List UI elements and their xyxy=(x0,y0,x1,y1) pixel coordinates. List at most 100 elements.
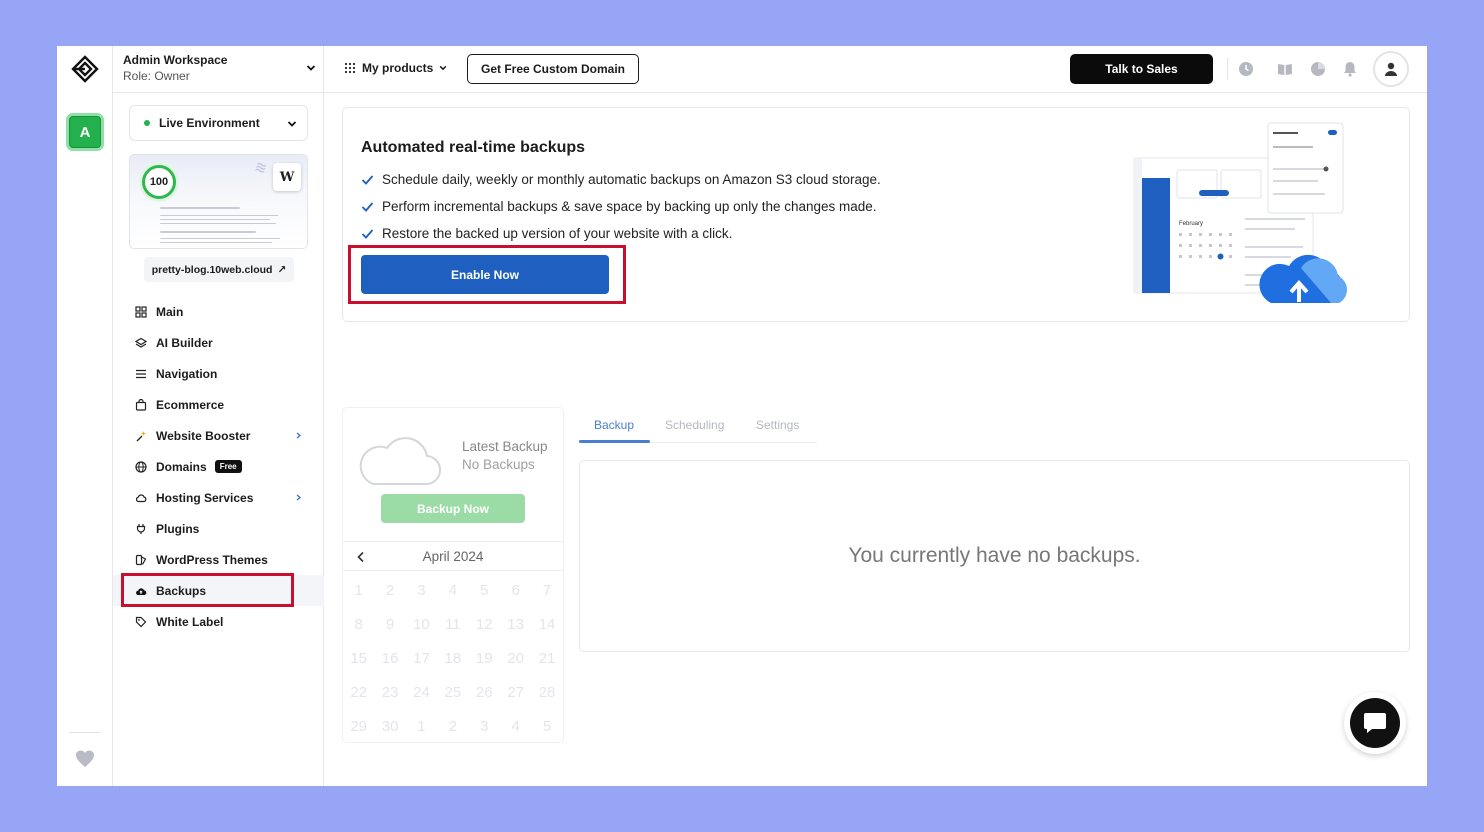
workspace-avatar[interactable]: A xyxy=(66,113,104,151)
preview-line xyxy=(160,231,256,233)
sidebar-item-wordpress-themes[interactable]: WordPress Themes xyxy=(113,544,324,575)
user-icon xyxy=(1385,62,1397,76)
grid-icon xyxy=(135,305,147,318)
my-products-menu[interactable]: My products xyxy=(344,61,447,75)
sidebar-item-plugins[interactable]: Plugins xyxy=(113,513,324,544)
app-window: A Admin Workspace Role: Owner Live Envir… xyxy=(57,46,1427,786)
sidebar-item-label: Plugins xyxy=(156,521,200,536)
sidebar-item-navigation[interactable]: Navigation xyxy=(113,358,324,389)
cloud-outline-icon xyxy=(359,437,441,486)
live-status-dot xyxy=(144,120,150,126)
10web-logo-icon[interactable] xyxy=(71,55,99,83)
left-rail: A xyxy=(57,46,113,786)
menu-icon xyxy=(136,369,146,378)
calendar-day[interactable]: 24 xyxy=(406,675,437,709)
calendar-day[interactable]: 9 xyxy=(374,607,405,641)
calendar-day[interactable]: 5 xyxy=(469,573,500,607)
tab-scheduling[interactable]: Scheduling xyxy=(665,418,724,432)
calendar-day[interactable]: 8 xyxy=(343,607,374,641)
calendar-day[interactable]: 23 xyxy=(374,675,405,709)
workspace-sidebar: Admin Workspace Role: Owner Live Environ… xyxy=(113,46,324,786)
calendar-day[interactable]: 1 xyxy=(406,709,437,743)
calendar-day[interactable]: 10 xyxy=(406,607,437,641)
calendar-day[interactable]: 7 xyxy=(531,573,562,607)
sidebar-item-hosting-services[interactable]: Hosting Services xyxy=(113,482,324,513)
external-link-icon: ↗ xyxy=(277,263,287,276)
tab-backup[interactable]: Backup xyxy=(594,418,634,432)
calendar-day[interactable]: 2 xyxy=(374,573,405,607)
promo-feature: Perform incremental backups & save space… xyxy=(361,193,881,220)
calendar-day[interactable]: 12 xyxy=(469,607,500,641)
sidebar-item-ai-builder[interactable]: AI Builder xyxy=(113,327,324,358)
sidebar-item-white-label[interactable]: White Label xyxy=(113,606,324,637)
calendar-day[interactable]: 28 xyxy=(531,675,562,709)
globe-icon xyxy=(135,460,147,473)
chevron-down-icon xyxy=(306,65,316,71)
get-free-domain-button[interactable]: Get Free Custom Domain xyxy=(467,54,639,84)
calendar-header: April 2024 xyxy=(343,541,563,571)
calendar-day[interactable]: 5 xyxy=(531,709,562,743)
backup-tabs: Backup Scheduling Settings xyxy=(579,409,817,443)
calendar-day[interactable]: 27 xyxy=(500,675,531,709)
plug-icon xyxy=(136,523,146,534)
calendar-day[interactable]: 21 xyxy=(531,641,562,675)
book-icon[interactable] xyxy=(1276,60,1294,78)
sidebar-item-label: Navigation xyxy=(156,366,218,381)
sidebar-item-website-booster[interactable]: Website Booster xyxy=(113,420,324,451)
calendar-day[interactable]: 20 xyxy=(500,641,531,675)
my-products-label: My products xyxy=(362,61,434,75)
chat-widget-button[interactable] xyxy=(1344,692,1406,754)
sidebar-item-backups[interactable]: Backups xyxy=(113,575,324,606)
promo-feature-list: Schedule daily, weekly or monthly automa… xyxy=(361,166,881,247)
calendar-day[interactable]: 19 xyxy=(469,641,500,675)
workspace-switcher[interactable]: Admin Workspace Role: Owner xyxy=(113,46,324,93)
calendar-day[interactable]: 3 xyxy=(406,573,437,607)
tab-settings[interactable]: Settings xyxy=(756,418,799,432)
calendar-day[interactable]: 16 xyxy=(374,641,405,675)
calendar-day[interactable]: 22 xyxy=(343,675,374,709)
calendar-day[interactable]: 4 xyxy=(500,709,531,743)
sidebar-item-label: Domains xyxy=(156,459,207,474)
calendar-day[interactable]: 15 xyxy=(343,641,374,675)
sidebar-item-main[interactable]: Main xyxy=(113,296,324,327)
calendar-day[interactable]: 11 xyxy=(437,607,468,641)
chevron-left-icon[interactable] xyxy=(356,551,366,563)
calendar-day[interactable]: 25 xyxy=(437,675,468,709)
calendar-day[interactable]: 13 xyxy=(500,607,531,641)
calendar-day[interactable]: 17 xyxy=(406,641,437,675)
sidebar-item-label: Main xyxy=(156,304,184,319)
calendar-day[interactable]: 18 xyxy=(437,641,468,675)
calendar-day[interactable]: 3 xyxy=(469,709,500,743)
preview-line xyxy=(160,242,272,243)
sidebar-item-domains[interactable]: Domains Free xyxy=(113,451,324,482)
checkmark-icon xyxy=(361,229,374,239)
preview-line xyxy=(160,207,240,209)
environment-select[interactable]: Live Environment xyxy=(129,105,308,141)
shopping-bag-icon xyxy=(135,398,147,411)
calendar-day[interactable]: 4 xyxy=(437,573,468,607)
calendar-day[interactable]: 26 xyxy=(469,675,500,709)
site-preview-thumbnail[interactable]: 100 ≋ W xyxy=(129,154,308,249)
enable-now-button[interactable]: Enable Now xyxy=(361,255,609,294)
calendar-day[interactable]: 6 xyxy=(500,573,531,607)
calendar-day[interactable]: 14 xyxy=(531,607,562,641)
calendar-day[interactable]: 29 xyxy=(343,709,374,743)
heart-icon[interactable] xyxy=(74,748,96,770)
illustration-month-label: February xyxy=(1179,221,1203,227)
sidebar-item-label: Backups xyxy=(156,583,207,598)
pie-chart-icon[interactable] xyxy=(1309,60,1327,78)
backup-now-button[interactable]: Backup Now xyxy=(381,494,525,523)
site-url-link[interactable]: pretty-blog.10web.cloud ↗ xyxy=(144,257,294,282)
promo-title: Automated real-time backups xyxy=(361,139,586,156)
checkmark-icon xyxy=(361,202,374,212)
clock-icon[interactable] xyxy=(1237,60,1255,78)
calendar-day[interactable]: 1 xyxy=(343,573,374,607)
bell-icon[interactable] xyxy=(1341,60,1359,78)
sidebar-item-ecommerce[interactable]: Ecommerce xyxy=(113,389,324,420)
latest-backup-title: Latest Backup xyxy=(462,439,548,454)
talk-to-sales-button[interactable]: Talk to Sales xyxy=(1070,54,1213,84)
user-avatar[interactable] xyxy=(1373,51,1409,87)
calendar-day[interactable]: 30 xyxy=(374,709,405,743)
wordpress-icon: W xyxy=(273,163,301,191)
calendar-day[interactable]: 2 xyxy=(437,709,468,743)
